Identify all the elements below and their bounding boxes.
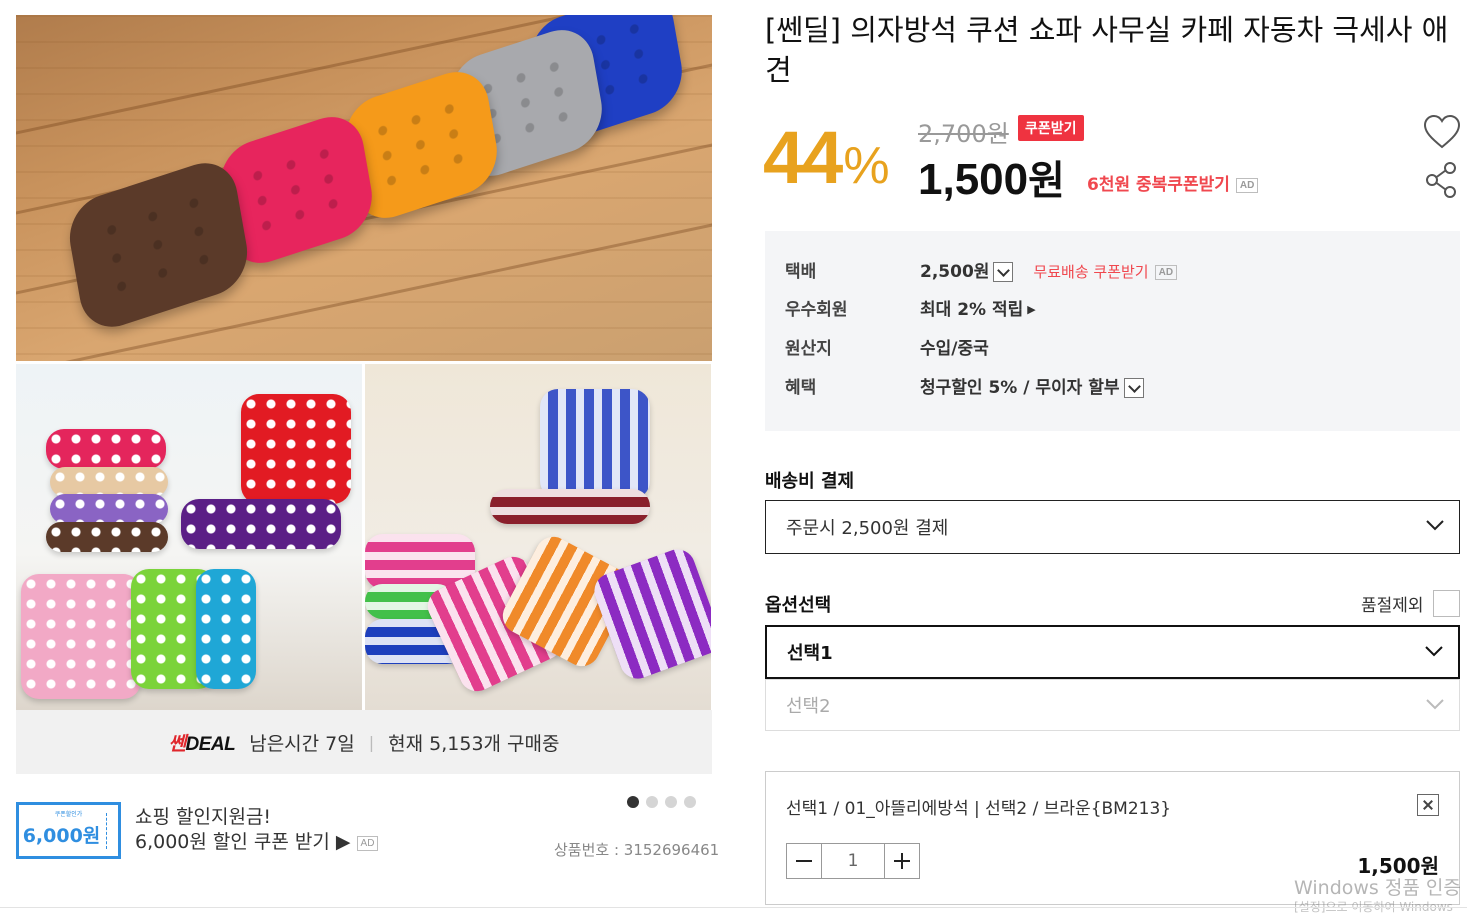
free-shipping-coupon-link[interactable]: 무료배송 쿠폰받기 — [1033, 260, 1148, 284]
ad-badge: AD — [1235, 178, 1259, 193]
quantity-stepper: 1 — [786, 843, 920, 879]
windows-activation-watermark: Windows 정품 인증 — [1294, 877, 1461, 899]
heart-icon[interactable] — [1423, 114, 1461, 150]
coupon-caption: 쿠폰할인가 — [54, 811, 83, 818]
shipping-payment-label: 배송비 결제 — [765, 471, 855, 492]
info-value: 청구할인 5% / 무이자 할부 — [920, 378, 1120, 398]
carousel-dot[interactable] — [684, 796, 696, 808]
dot-cushion-image[interactable] — [16, 364, 362, 710]
info-row-origin: 원산지 수입/중국 — [785, 337, 989, 361]
original-price: 2,700원 — [918, 120, 1009, 148]
sale-price-number: 1,500 — [918, 155, 1029, 204]
chevron-down-icon — [1426, 520, 1444, 531]
purple-dot-cushion — [181, 499, 341, 549]
plus-icon[interactable] — [885, 844, 919, 878]
cushion-stack — [46, 522, 168, 552]
exclude-soldout-label: 품절제외 — [1361, 596, 1424, 616]
info-value: 최대 2% 적립 — [920, 300, 1024, 320]
blue-dot-cushion — [196, 569, 256, 689]
deal-logo-b: DEAL — [185, 733, 236, 755]
discount-number: 44 — [763, 116, 843, 199]
info-value: 2,500원 — [920, 262, 990, 282]
info-value: 수입/중국 — [920, 339, 989, 359]
chevron-down-icon — [1425, 646, 1443, 657]
brown-cushion — [63, 153, 254, 337]
info-box: 택배 2,500원 무료배송 쿠폰받기 AD 우수회원 최대 2% 적립 ▶ 원산지 … — [765, 231, 1460, 431]
coupon-perforation — [106, 813, 114, 849]
promo-text[interactable]: 쇼핑 할인지원금! 6,000원 할인 쿠폰 받기 ▶ AD — [135, 805, 379, 855]
coupon-amount: 6,000원 — [22, 825, 101, 847]
promo-line2[interactable]: 6,000원 할인 쿠폰 받기 ▶ — [135, 831, 351, 853]
carousel-dots — [627, 796, 696, 808]
striped-cushion-image[interactable] — [365, 364, 711, 710]
sale-price: 1,500원 — [918, 148, 1065, 206]
chevron-down-icon[interactable] — [993, 262, 1014, 282]
striped-cushion — [490, 489, 650, 524]
duplicate-coupon-link[interactable]: 6천원 중복쿠폰받기 AD — [1087, 170, 1259, 195]
shipping-payment-select[interactable]: 주문시 2,500원 결제 — [765, 500, 1460, 554]
buying-count: 현재 5,153개 구매중 — [388, 732, 560, 755]
info-row-member: 우수회원 최대 2% 적립 ▶ — [785, 298, 1036, 322]
option-select-1[interactable]: 선택1 — [765, 625, 1460, 679]
option-select-label: 옵션선택 — [765, 595, 832, 616]
divider: | — [368, 732, 375, 752]
sale-price-unit: 원 — [1028, 158, 1065, 204]
striped-cushion — [540, 389, 650, 499]
share-icon[interactable] — [1424, 160, 1460, 200]
discount-rate: 44% — [763, 116, 890, 206]
duplicate-coupon-label: 6천원 중복쿠폰받기 — [1087, 175, 1230, 195]
info-key: 우수회원 — [785, 300, 848, 320]
coupon-thumbnail[interactable]: 쿠폰할인가 6,000원 — [16, 802, 121, 859]
remove-option-icon[interactable] — [1417, 794, 1439, 816]
info-row-benefit: 혜택 청구할인 5% / 무이자 할부 — [785, 376, 1144, 400]
promo-line1: 쇼핑 할인지원금! — [135, 806, 272, 828]
option-select-2-value: 선택2 — [786, 696, 831, 717]
discount-unit: % — [843, 137, 889, 195]
carousel-dot[interactable] — [665, 796, 677, 808]
product-gallery: 쎈DEAL 남은시간 7일 | 현재 5,153개 구매중 — [16, 15, 712, 774]
chevron-down-icon — [1426, 699, 1444, 710]
red-dot-cushion — [241, 394, 351, 504]
product-number: 상품번호 : 3152696461 — [554, 841, 720, 859]
shipping-selected-value: 주문시 2,500원 결제 — [786, 518, 949, 539]
ad-badge: AD — [356, 836, 379, 851]
remaining-time: 남은시간 7일 — [249, 732, 355, 755]
cushion-stack — [46, 429, 166, 469]
exclude-soldout-checkbox[interactable] — [1433, 590, 1460, 617]
selected-option-text: 선택1 / 01_아뜰리에방석 | 선택2 / 브라운{BM213} — [786, 799, 1172, 819]
cushion-stack — [50, 494, 168, 524]
carousel-dot[interactable] — [627, 796, 639, 808]
quantity-input[interactable]: 1 — [821, 844, 885, 878]
deal-logo-a: 쎈 — [168, 733, 186, 755]
coupon-button[interactable]: 쿠폰받기 — [1018, 115, 1084, 141]
chevron-down-icon[interactable] — [1123, 378, 1144, 398]
deal-logo: 쎈DEAL — [169, 729, 236, 756]
info-key: 혜택 — [785, 378, 817, 398]
deal-bar: 쎈DEAL 남은시간 7일 | 현재 5,153개 구매중 — [16, 710, 712, 774]
ad-badge: AD — [1154, 264, 1178, 280]
minus-icon[interactable] — [787, 844, 821, 878]
cushion-stack — [50, 467, 168, 497]
divider-line — [0, 907, 1467, 908]
carousel-dot[interactable] — [646, 796, 658, 808]
info-key: 택배 — [785, 262, 817, 282]
product-title: [쎈딜] 의자방석 쿠션 쇼파 사무실 카페 자동차 극세사 애견 — [765, 13, 1449, 87]
member-points[interactable]: 최대 2% 적립 ▶ — [920, 298, 1036, 322]
info-key: 원산지 — [785, 339, 832, 359]
info-row-delivery: 택배 2,500원 무료배송 쿠폰받기 AD — [785, 260, 1178, 284]
option-select-2[interactable]: 선택2 — [765, 679, 1460, 731]
main-product-image[interactable] — [16, 15, 712, 361]
pink-dot-cushion — [21, 574, 141, 699]
option-select-1-value: 선택1 — [787, 643, 833, 664]
caret-right-icon: ▶ — [1027, 303, 1036, 316]
